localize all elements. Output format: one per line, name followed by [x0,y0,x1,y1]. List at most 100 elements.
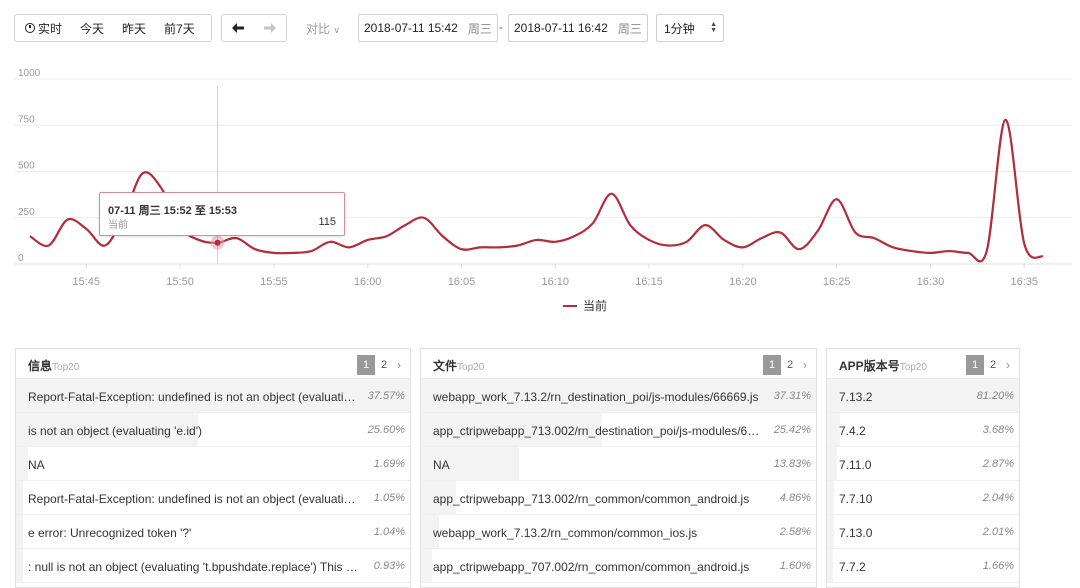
row-percentage: 1.60% [779,560,811,572]
row-percentage: 3.68% [982,424,1014,436]
row-percentage: 1.66% [982,560,1014,572]
x-tick-label: 15:45 [73,276,101,288]
trend-chart: 1000 750 500 250 0 15:45 15:50 15:55 16:00 16:05 1… [0,56,1080,326]
table-row[interactable]: 7.13.2 81.20% [827,379,1019,413]
end-date-value: 2018-07-11 16:42 [514,21,608,35]
table-row[interactable]: NA 13.83% [421,447,816,481]
next-period-button[interactable] [254,15,286,41]
row-percentage: 2.01% [982,526,1014,538]
panel-header: 文件Top20 1 2 › [421,349,816,379]
panel-subtitle: Top20 [457,362,485,373]
pager-next-button[interactable]: › [799,355,811,375]
tooltip-series-name: 当前 [108,220,128,231]
row-percentage: 2.58% [779,526,811,538]
table-row[interactable]: app_ctripwebapp_713.002/rn_common/common… [421,481,816,515]
x-tick-label: 15:50 [166,276,194,288]
panel-subtitle: Top20 [52,362,80,373]
table-row[interactable]: Report-Fatal-Exception: undefined is not… [16,481,410,515]
x-tick-label: 15:55 [260,276,288,288]
pager-next-button[interactable]: › [393,355,405,375]
y-tick-label: 250 [18,207,35,218]
row-label: webapp_work_7.13.2/rn_destination_poi/js… [433,390,759,404]
pager: 1 2 › [357,355,405,375]
pager-page-1[interactable]: 1 [763,355,781,375]
realtime-label: 实时 [38,21,63,36]
row-percentage: 2.04% [982,492,1014,504]
legend-label: 当前 [583,299,608,313]
table-row[interactable]: is not an object (evaluating 'e.id') 25.6… [16,413,410,447]
tooltip-value: 115 [318,216,336,228]
row-label: 7.7.10 [839,492,873,506]
table-row[interactable]: 7.4.2 3.68% [827,413,1019,447]
row-label: e error: Unrecognized token '?' [28,526,192,540]
row-label: app_ctripwebapp_713.002/rn_common/common… [433,492,750,506]
table-row[interactable]: app_ctripwebapp_713.002/rn_destination_p… [421,413,816,447]
date-separator: - [499,20,503,34]
table-row[interactable]: webapp_work_7.13.2/rn_common/common_ios.… [421,515,816,549]
row-percentage: 81.20% [976,390,1014,402]
row-percentage: 13.83% [773,458,811,470]
granularity-value: 1分钟 [664,21,695,36]
x-tick-label: 16:05 [448,276,476,288]
pager-next-button[interactable]: › [1002,355,1014,375]
panel-title-text: 文件 [433,359,458,373]
panel-title-text: 信息 [28,359,53,373]
row-label: Report-Fatal-Exception: undefined is not… [28,390,358,404]
x-tick-label: 16:20 [729,276,757,288]
panel-header: APP版本号Top20 1 2 › [827,349,1019,379]
pager-page-1[interactable]: 1 [357,355,375,375]
y-tick-label: 500 [18,161,35,172]
panel-title: APP版本号Top20 [839,357,927,374]
start-date-value: 2018-07-11 15:42 [364,21,458,35]
panel-title-text: APP版本号 [839,359,900,373]
y-tick-label: 1000 [18,68,41,79]
pager-page-2[interactable]: 2 [984,355,1002,375]
hover-point [214,239,221,246]
y-tick-label: 0 [18,253,24,264]
chart-legend[interactable]: 当前 [563,297,607,314]
row-label: 7.7.2 [839,560,866,574]
table-row[interactable]: NA 1.69% [16,447,410,481]
table-row[interactable]: webapp_work_7.13.2/rn_destination_poi/js… [421,379,816,413]
row-label: app_ctripwebapp_707.002/rn_common/common… [433,560,750,574]
table-row[interactable]: 7.7.2 1.66% [827,549,1019,583]
line-chart-svg[interactable]: 1000 750 500 250 0 15:45 15:50 15:55 16:00 16:05 1… [0,56,1080,326]
table-row[interactable]: : null is not an object (evaluating 't.b… [16,549,410,583]
row-percentage: 25.60% [367,424,405,436]
share-bar [16,481,23,514]
row-percentage: 2.87% [982,458,1014,470]
table-row[interactable]: 7.11.0 2.87% [827,447,1019,481]
time-range-group: 实时 今天 昨天 前7天 [14,14,212,42]
arrow-right-icon [264,23,276,33]
row-percentage: 1.04% [373,526,405,538]
share-bar [421,549,432,582]
yesterday-button[interactable]: 昨天 [113,15,155,41]
table-row[interactable]: 7.7.10 2.04% [827,481,1019,515]
chevron-down-icon: ∨ [333,25,340,35]
end-date-field[interactable]: 2018-07-11 16:42 周三 [508,14,648,42]
row-percentage: 4.86% [779,492,811,504]
compare-dropdown[interactable]: 对比 ∨ [306,20,340,37]
pager-page-2[interactable]: 2 [375,355,393,375]
pager-page-2[interactable]: 2 [781,355,799,375]
chart-tooltip: 07-11 周三 15:52 至 15:53 当前 115 [99,192,345,236]
share-bar [827,447,837,480]
table-row[interactable]: app_ctripwebapp_707.002/rn_common/common… [421,549,816,583]
share-bar [827,481,834,514]
granularity-select[interactable]: 1分钟 ▲ ▼ [656,14,724,42]
row-label: webapp_work_7.13.2/rn_common/common_ios.… [433,526,698,540]
row-label: app_ctripwebapp_713.002/rn_destination_p… [433,424,763,438]
row-percentage: 0.93% [373,560,405,572]
start-date-field[interactable]: 2018-07-11 15:42 周三 [358,14,498,42]
today-button[interactable]: 今天 [71,15,113,41]
pager-page-1[interactable]: 1 [966,355,984,375]
table-row[interactable]: Report-Fatal-Exception: undefined is not… [16,379,410,413]
last-7-days-button[interactable]: 前7天 [155,15,204,41]
table-row[interactable]: e error: Unrecognized token '?' 1.04% [16,515,410,549]
table-row[interactable]: 7.13.0 2.01% [827,515,1019,549]
arrow-left-icon [232,23,244,33]
row-percentage: 1.05% [373,492,405,504]
prev-period-button[interactable] [222,15,254,41]
panel-header: 信息Top20 1 2 › [16,349,410,379]
realtime-button[interactable]: 实时 [15,15,71,41]
